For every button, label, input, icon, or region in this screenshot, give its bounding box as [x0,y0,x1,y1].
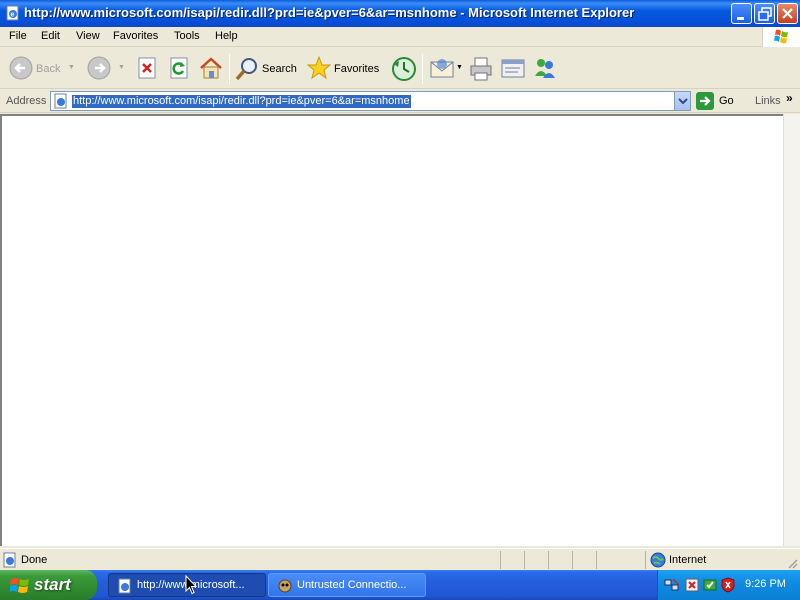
media-button[interactable] [391,48,417,89]
favorites-button[interactable]: Favorites [306,48,384,89]
links-label[interactable]: Links [755,95,781,107]
menu-file[interactable]: File [9,30,27,42]
edit-button[interactable] [500,48,526,89]
messenger-icon [535,59,555,78]
mail-dropdown-icon[interactable]: ▼ [456,64,463,71]
address-label: Address [6,95,47,107]
taskbar-item-label: Untrusted Connectio... [297,579,407,591]
mail-icon [430,59,454,78]
internet-globe-icon [650,552,666,568]
mail-button[interactable]: ▼ [429,48,463,89]
restore-icon [758,7,772,21]
window-titlebar[interactable]: e http://www.microsoft.com/isapi/redir.d… [0,0,800,27]
page-content-area[interactable] [0,114,783,546]
address-input[interactable]: http://www.microsoft.com/isapi/redir.dll… [50,91,691,111]
forward-button[interactable]: ▼ [86,48,128,89]
forward-arrow-icon [87,56,111,80]
back-label: Back [36,63,61,75]
taskbar: start http://www.microsoft... Untrusted … [0,570,800,600]
windows-flag-icon [10,578,29,593]
search-button[interactable]: Search [234,48,299,89]
media-history-icon [392,57,416,81]
refresh-icon [170,57,188,79]
printer-icon [470,57,492,81]
toolbar-separator [229,54,230,84]
menu-edit[interactable]: Edit [41,30,60,42]
home-button[interactable] [198,48,224,89]
ie-page-icon: e [6,5,19,21]
status-text: Done [21,554,48,566]
go-label: Go [719,95,734,107]
home-icon [200,57,222,79]
status-panel [548,551,572,569]
back-arrow-icon [9,56,33,80]
taskbar-item-untrusted[interactable]: Untrusted Connectio... [268,573,426,597]
standard-toolbar: Back ▼ ▼ Search Favorites ▼ [0,48,800,89]
go-button[interactable]: Go [696,92,746,110]
go-arrow-icon [696,92,714,110]
status-panel [572,551,596,569]
chevron-down-icon [678,98,688,105]
ie-page-icon [54,93,67,109]
address-dropdown-button[interactable] [674,92,690,110]
refresh-button[interactable] [167,48,191,89]
windows-logo-icon [762,27,800,47]
update-icon[interactable] [702,577,718,593]
resize-grip-icon[interactable] [786,557,798,569]
ie-page-icon [3,552,16,568]
favorites-label: Favorites [334,63,380,75]
status-panel [596,551,620,569]
forward-dropdown-icon[interactable]: ▼ [118,64,125,71]
close-button[interactable] [777,3,798,24]
menu-help[interactable]: Help [215,30,238,42]
security-center-icon[interactable] [720,577,736,593]
menu-tools[interactable]: Tools [174,30,200,42]
zone-text: Internet [669,554,707,566]
edit-page-icon [501,59,525,78]
favorites-star-icon [306,55,332,80]
start-button[interactable]: start [0,570,97,600]
messenger-button[interactable] [532,48,558,89]
print-button[interactable] [468,48,494,89]
toolbar-separator [422,54,423,84]
stop-icon [138,57,156,79]
status-panel [500,551,524,569]
maximize-button[interactable] [754,3,775,24]
vertical-scrollbar[interactable] [783,114,800,546]
security-shield-icon[interactable] [684,577,700,593]
back-button[interactable]: Back ▼ [6,48,78,89]
address-url[interactable]: http://www.microsoft.com/isapi/redir.dll… [72,95,411,108]
menu-favorites[interactable]: Favorites [113,30,158,42]
start-label: start [34,575,71,594]
security-alert-icon [278,579,292,593]
back-dropdown-icon[interactable]: ▼ [68,64,75,71]
search-label: Search [262,63,297,75]
menu-view[interactable]: View [76,30,100,42]
minimize-button[interactable] [731,3,752,24]
status-bar: Done Internet [0,548,800,570]
status-panel [524,551,548,569]
stop-button[interactable] [135,48,159,89]
taskbar-clock[interactable]: 9:26 PM [745,578,786,590]
network-icon[interactable] [664,577,680,593]
desktop-screen: e http://www.microsoft.com/isapi/redir.d… [0,0,800,600]
close-icon [782,8,793,19]
window-title: http://www.microsoft.com/isapi/redir.dll… [24,5,635,20]
ie-page-icon [118,578,131,594]
mouse-cursor-icon [185,575,197,595]
links-chevron-icon[interactable]: » [786,91,793,105]
svg-text:e: e [11,12,15,19]
menu-bar: File Edit View Favorites Tools Help [0,27,800,47]
address-bar: Address http://www.microsoft.com/isapi/r… [0,90,800,113]
system-tray: 9:26 PM [657,570,800,600]
minimize-icon [737,17,744,20]
search-icon [235,58,257,81]
